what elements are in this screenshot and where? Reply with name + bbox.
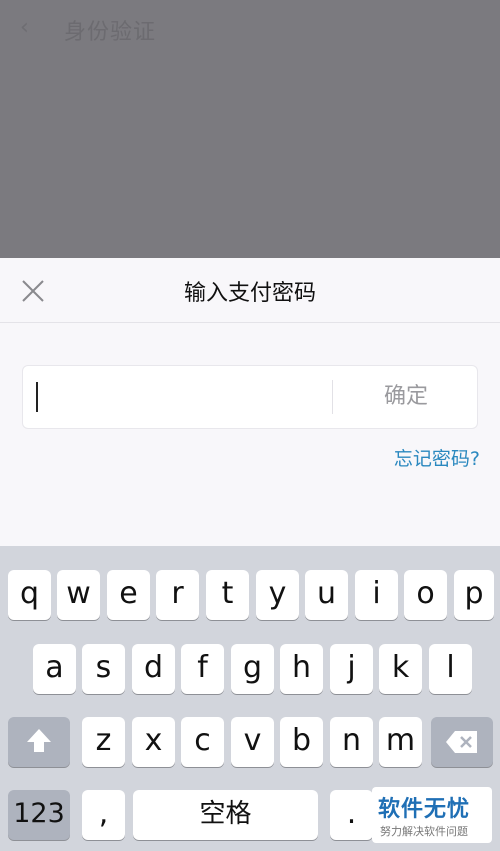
key-u[interactable]: u (305, 570, 348, 620)
watermark-logo: 软件无忧 努力解决软件问题 (372, 787, 492, 843)
password-field-container: 确定 (22, 365, 478, 429)
shift-arrow-icon (27, 729, 51, 752)
key-p[interactable]: p (454, 570, 494, 620)
payment-password-sheet: 输入支付密码 确定 忘记密码? (0, 258, 500, 546)
space-key[interactable]: 空格 (133, 790, 318, 840)
key-y[interactable]: y (256, 570, 299, 620)
key-w[interactable]: w (57, 570, 100, 620)
key-a[interactable]: a (33, 644, 76, 694)
numbers-key[interactable]: 123 (8, 790, 70, 840)
key-z[interactable]: z (82, 717, 125, 767)
key-n[interactable]: n (330, 717, 373, 767)
key-r[interactable]: r (156, 570, 199, 620)
key-g[interactable]: g (231, 644, 274, 694)
key-v[interactable]: v (231, 717, 274, 767)
key-f[interactable]: f (181, 644, 224, 694)
back-arrow-icon: ‹ (20, 15, 29, 40)
watermark-subtitle: 努力解决软件问题 (380, 825, 468, 838)
key-o[interactable]: o (404, 570, 447, 620)
key-b[interactable]: b (280, 717, 323, 767)
text-caret (36, 382, 38, 412)
sheet-title: 输入支付密码 (183, 281, 316, 306)
key-k[interactable]: k (379, 644, 422, 694)
watermark-title: 软件无忧 (378, 797, 471, 822)
backspace-key[interactable] (431, 717, 493, 767)
key-d[interactable]: d (132, 644, 175, 694)
sheet-header: 输入支付密码 (0, 258, 500, 323)
key-x[interactable]: x (132, 717, 175, 767)
forgot-password-link[interactable]: 忘记密码? (394, 444, 480, 471)
key-c[interactable]: c (181, 717, 224, 767)
background-page: ‹ 身份验证 (0, 0, 500, 258)
key-q[interactable]: q (8, 570, 51, 620)
backspace-icon (446, 731, 477, 753)
key-l[interactable]: l (429, 644, 472, 694)
key-h[interactable]: h (280, 644, 323, 694)
key-s[interactable]: s (82, 644, 125, 694)
key-j[interactable]: j (330, 644, 373, 694)
background-page-title: 身份验证 (64, 20, 157, 45)
shift-key[interactable] (8, 717, 70, 767)
comma-key[interactable]: , (82, 790, 125, 840)
key-i[interactable]: i (355, 570, 398, 620)
key-m[interactable]: m (379, 717, 422, 767)
confirm-button[interactable]: 确定 (333, 366, 479, 428)
key-t[interactable]: t (206, 570, 249, 620)
period-key[interactable]: . (330, 790, 373, 840)
password-input[interactable] (23, 366, 333, 428)
key-e[interactable]: e (107, 570, 150, 620)
